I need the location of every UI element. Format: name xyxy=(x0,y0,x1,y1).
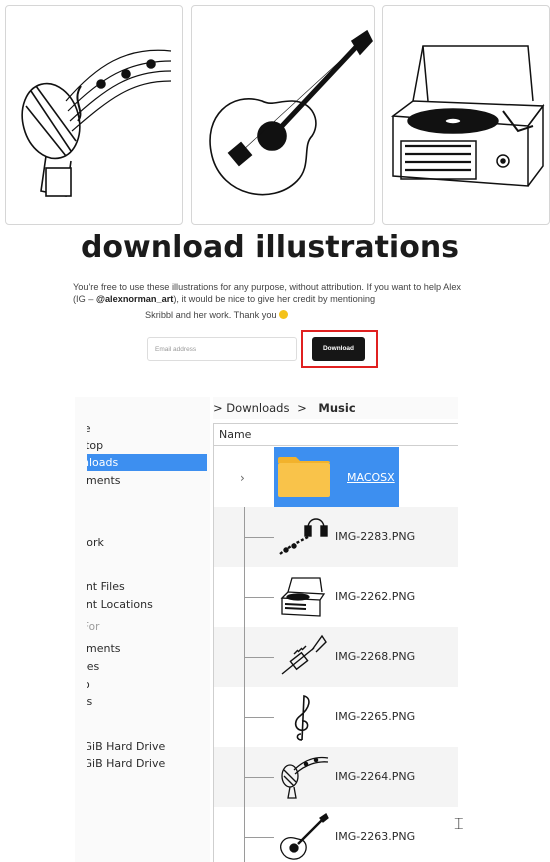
file-list-pane: Name › MACOSX IMG-2283.PNG IMG-2262.PNG … xyxy=(213,423,458,862)
file-name[interactable]: IMG-2262.PNG xyxy=(335,590,415,603)
column-header-name[interactable]: Name xyxy=(214,424,458,446)
chevron-right-icon: > xyxy=(213,401,223,415)
list-item[interactable]: › MACOSX xyxy=(214,447,458,507)
headphones-notes-icon xyxy=(279,518,328,555)
sidebar-item-downloads[interactable]: wnloads xyxy=(87,454,207,471)
sidebar-item-home[interactable]: me xyxy=(87,420,208,437)
file-name[interactable]: MACOSX xyxy=(347,471,395,484)
sidebar-item-documents[interactable]: cuments xyxy=(87,472,208,489)
download-button[interactable]: Download xyxy=(312,337,365,361)
record-player-icon xyxy=(280,577,326,617)
folder-icon xyxy=(278,457,330,497)
list-item[interactable]: IMG-2265.PNG xyxy=(214,687,458,747)
mouse-cursor-icon: ⌶ xyxy=(454,814,464,833)
sidebar-item-recent-locations[interactable]: cent Locations xyxy=(87,596,208,613)
description-line-1: You're free to use these illustrations f… xyxy=(73,282,462,292)
list-item[interactable]: IMG-2268.PNG xyxy=(214,627,458,687)
list-item[interactable]: IMG-2283.PNG xyxy=(214,507,458,567)
list-item[interactable]: IMG-2262.PNG xyxy=(214,567,458,627)
sidebar-item-search-documents[interactable]: cuments xyxy=(87,640,208,657)
guitar-card[interactable] xyxy=(191,5,375,225)
breadcrumb-music[interactable]: Music xyxy=(318,401,355,415)
list-item[interactable]: IMG-2263.PNG xyxy=(214,807,458,862)
file-name[interactable]: IMG-2263.PNG xyxy=(335,830,415,843)
sidebar-item-search-audio[interactable]: dio xyxy=(87,676,208,693)
page: download illustrations You're free to us… xyxy=(0,0,550,862)
chevron-right-icon: > xyxy=(297,401,307,415)
instagram-handle-link[interactable]: @alexnorman_art xyxy=(96,294,173,304)
list-item[interactable]: IMG-2264.PNG xyxy=(214,747,458,807)
breadcrumb-downloads[interactable]: Downloads xyxy=(226,401,289,415)
description-line-2: (IG – @alexnorman_art), it would be nice… xyxy=(73,294,375,304)
microphone-illustration-icon xyxy=(21,49,172,197)
sidebar-item-search-images[interactable]: ages xyxy=(87,658,208,675)
guitar-illustration-icon xyxy=(209,29,373,196)
sidebar-item-network[interactable]: twork xyxy=(87,534,208,551)
microphone-card[interactable] xyxy=(5,5,183,225)
smile-emoji-icon xyxy=(279,310,289,319)
description-prefix: (IG – xyxy=(73,294,96,304)
file-manager-sidebar: me sktop wnloads cuments sh e twork t ce… xyxy=(87,397,212,862)
sidebar-item-search-videos[interactable]: eos xyxy=(87,693,208,710)
sidebar-item-trash[interactable]: sh xyxy=(87,489,208,506)
chevron-right-icon[interactable]: › xyxy=(240,471,245,485)
file-name[interactable]: IMG-2264.PNG xyxy=(335,770,415,783)
sidebar-item-drive-1[interactable]: 5 GiB Hard Drive xyxy=(87,738,208,755)
thanks-text: Skribbl and her work. Thank you xyxy=(145,310,277,320)
record-player-illustration-icon xyxy=(390,45,545,187)
description-line-3: Skribbl and her work. Thank you xyxy=(145,310,289,320)
page-title: download illustrations xyxy=(80,230,460,265)
sidebar-item-desktop[interactable]: sktop xyxy=(87,437,208,454)
file-name[interactable]: IMG-2283.PNG xyxy=(335,530,415,543)
breadcrumb: > Downloads > Music xyxy=(213,397,458,419)
sidebar-item-recent-files[interactable]: cent Files xyxy=(87,578,208,595)
sidebar-section-label: n For xyxy=(87,621,100,633)
description-suffix: ), it would be nice to give her credit b… xyxy=(173,294,376,304)
file-name[interactable]: IMG-2268.PNG xyxy=(335,650,415,663)
trumpet-icon xyxy=(281,634,327,675)
sidebar-item-drive-2[interactable]: 5 GiB Hard Drive xyxy=(87,755,208,772)
treble-clef-icon xyxy=(294,694,310,741)
guitar-icon xyxy=(280,813,329,860)
email-field[interactable]: Email address xyxy=(147,337,297,361)
microphone-icon xyxy=(281,756,329,799)
record-player-card[interactable] xyxy=(382,5,550,225)
file-name[interactable]: IMG-2265.PNG xyxy=(335,710,415,723)
